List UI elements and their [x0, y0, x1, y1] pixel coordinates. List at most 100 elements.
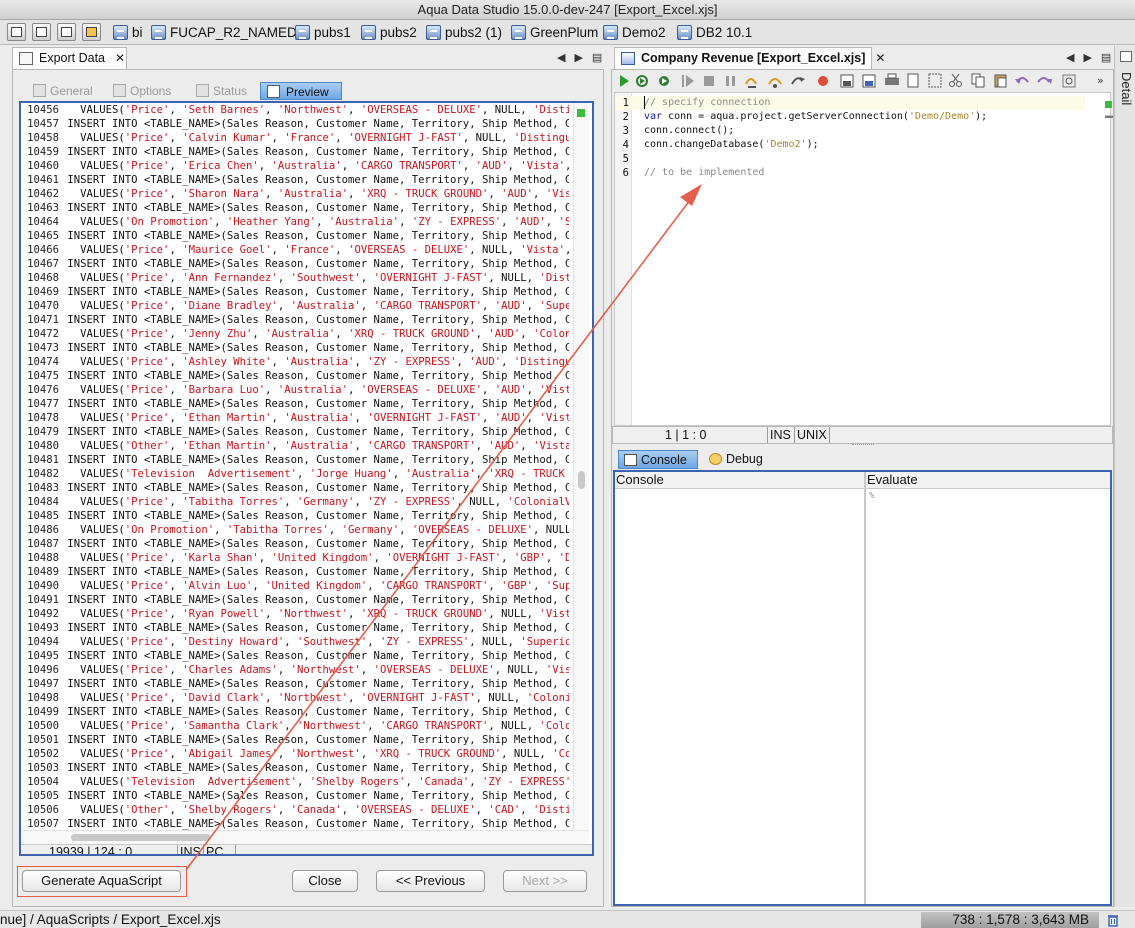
find-icon[interactable] [1062, 74, 1076, 88]
sql-code: INSERT INTO <TABLE_NAME>(Sales Reason, C… [61, 370, 569, 382]
connection-item[interactable]: pubs1 [295, 23, 351, 42]
sql-code: INSERT INTO <TABLE_NAME>(Sales Reason, C… [61, 622, 569, 634]
sql-value: 'OVERSEAS - DELUXE' [348, 244, 470, 256]
line-number: 4 [622, 139, 629, 151]
subtab-status[interactable]: Status [196, 82, 247, 100]
vertical-scrollbar[interactable] [573, 103, 589, 830]
connection-item[interactable]: pubs2 (1) [426, 23, 502, 42]
script-code-editor[interactable]: 1 // specify connection 2 var conn = aqua.p… [614, 92, 1113, 426]
cut-icon[interactable] [949, 73, 962, 87]
sql-value: NULL [507, 664, 534, 676]
grid-icon[interactable] [32, 23, 51, 41]
sql-value: 'Jenny Zhu' [182, 328, 253, 340]
sql-code: VALUES('Price', 'Charles Adams', 'Northw… [59, 664, 569, 676]
sql-value: 'Australia' [277, 384, 349, 396]
sql-code: INSERT INTO <TABLE_NAME>(Sales Reason, C… [61, 118, 569, 130]
connection-item[interactable]: FUCAP_R2_NAMED [151, 23, 297, 42]
sql-value: 'Price' [124, 636, 170, 648]
split-icon[interactable] [57, 23, 76, 41]
scroll-thumb[interactable] [71, 834, 211, 841]
close-button[interactable]: Close [292, 870, 358, 892]
step-icon[interactable] [636, 75, 648, 87]
sql-line: 10467 INSERT INTO <TABLE_NAME>(Sales Rea… [21, 257, 569, 271]
connection-label: GreenPlum [530, 25, 599, 40]
step-out-icon[interactable] [791, 77, 805, 85]
horizontal-scrollbar[interactable] [21, 830, 589, 844]
line-number: 10503 [27, 762, 59, 774]
pause-icon[interactable] [726, 76, 735, 86]
line-number: 5 [622, 153, 629, 165]
sql-value: 'OVERNIGHT J-FAST' [348, 132, 463, 144]
sql-line: 10487 INSERT INTO <TABLE_NAME>(Sales Rea… [21, 537, 569, 551]
sql-preview-editor[interactable]: 10456 VALUES('Price', 'Seth Barnes', 'No… [19, 101, 594, 856]
text-caret [644, 96, 645, 109]
subtab-general[interactable]: General [33, 82, 93, 100]
evaluate-input[interactable]: % [866, 489, 1110, 904]
sql-value: 'Other' [124, 804, 170, 816]
sql-line: 10506 VALUES('Other', 'Shelby Rogers', '… [21, 803, 569, 817]
connection-item[interactable]: bi [113, 23, 143, 42]
copy-icon[interactable] [971, 73, 985, 88]
run-icon[interactable] [620, 75, 629, 87]
line-number: 10483 [27, 482, 59, 494]
new-file-icon[interactable] [907, 73, 919, 88]
sql-value: 'Southwest' [297, 636, 368, 648]
subtab-preview[interactable]: Preview [260, 82, 342, 100]
close-icon[interactable]: ✕ [875, 51, 885, 65]
tab-export-data[interactable]: Export Data ✕ [12, 47, 127, 69]
layout-icon[interactable] [7, 23, 26, 41]
close-icon[interactable]: ✕ [115, 51, 125, 65]
line-number: 1 [622, 97, 629, 109]
overflow-icon[interactable]: » [1097, 74, 1104, 87]
sql-code: INSERT INTO <TABLE_NAME>(Sales Reason, C… [61, 258, 569, 270]
detail-sidebar[interactable]: Detail [1114, 46, 1135, 907]
sql-value: 'David Clark' [182, 692, 266, 704]
tab-nav-arrows[interactable]: ◀▶▤ [557, 51, 611, 64]
tab-nav-arrows[interactable]: ◀▶▤ [1066, 51, 1120, 64]
subtab-options[interactable]: Options [113, 82, 171, 100]
select-icon[interactable] [928, 73, 942, 88]
step-into-icon[interactable] [745, 78, 757, 88]
line-number: 10490 [27, 580, 59, 592]
console-output[interactable] [615, 489, 864, 904]
paste-icon[interactable] [994, 74, 1007, 88]
memory-usage[interactable]: 738 : 1,578 : 3,643 MB [921, 912, 1099, 928]
print-icon[interactable] [885, 73, 899, 85]
save-as-icon[interactable] [862, 74, 876, 88]
tab-console[interactable]: Console [618, 450, 698, 469]
generate-aquascript-button[interactable]: Generate AquaScript [22, 870, 181, 892]
sql-code: INSERT INTO <TABLE_NAME>(Sales Reason, C… [61, 762, 569, 774]
connection-item[interactable]: GreenPlum [511, 23, 598, 42]
preview-icon [267, 85, 280, 98]
connection-item[interactable]: DB2 10.1 [677, 23, 752, 42]
stop-icon[interactable] [704, 76, 714, 86]
sql-code: VALUES('Price', 'Samantha Clark', 'North… [59, 720, 569, 732]
tab-company-revenue[interactable]: Company Revenue [Export_Excel.xjs] ✕ [614, 47, 885, 69]
resume-icon[interactable] [682, 75, 694, 87]
sql-value: 'OVERSEAS - DELUXE' [411, 524, 534, 536]
splitter-handle[interactable] [852, 444, 874, 447]
connection-item[interactable]: pubs2 [361, 23, 417, 42]
trash-icon[interactable] [1106, 913, 1120, 927]
line-number: 10497 [27, 678, 59, 690]
code-line: 1 // specify connection [615, 96, 1085, 110]
sql-value: 'OVERSEAS - DELUXE' [373, 664, 495, 676]
chart-icon[interactable] [82, 23, 101, 41]
step-over-icon[interactable] [768, 78, 782, 88]
run-all-icon[interactable] [659, 76, 669, 86]
connection-item[interactable]: Demo2 [603, 23, 666, 42]
sql-value: 'CARGO TRANSPORT' [367, 440, 476, 452]
scroll-thumb[interactable] [578, 471, 585, 489]
sql-value: 'AUD' [469, 356, 502, 368]
tab-debug[interactable]: Debug [704, 450, 763, 469]
sql-code: VALUES('Price', 'Jenny Zhu', 'Australia'… [59, 328, 569, 340]
sql-value: 'Jorge Huang' [309, 468, 393, 480]
undo-icon[interactable] [1015, 77, 1029, 84]
save-icon[interactable] [840, 74, 854, 88]
previous-button[interactable]: << Previous [376, 870, 485, 892]
redo-icon[interactable] [1037, 77, 1052, 84]
breakpoint-icon[interactable] [818, 76, 828, 86]
sql-code: INSERT INTO <TABLE_NAME>(Sales Reason, C… [61, 202, 569, 214]
sql-code: INSERT INTO <TABLE_NAME>(Sales Reason, C… [61, 286, 569, 298]
sql-line: 10466 VALUES('Price', 'Maurice Goel', 'F… [21, 243, 569, 257]
